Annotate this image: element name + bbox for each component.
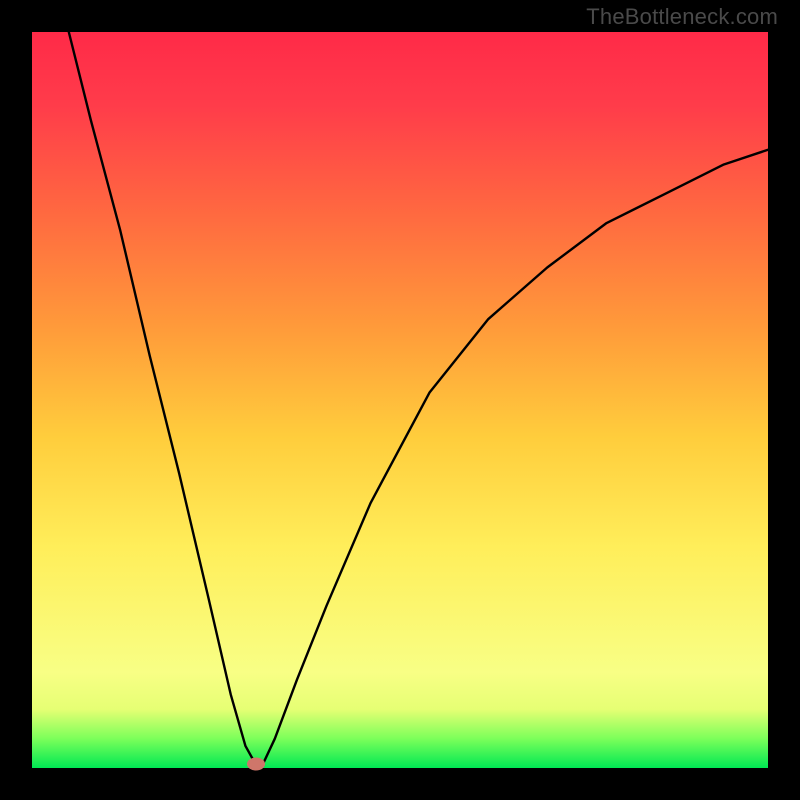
plot-area [32, 32, 768, 768]
minimum-marker [247, 758, 265, 771]
watermark-text: TheBottleneck.com [586, 4, 778, 30]
chart-container: TheBottleneck.com [0, 0, 800, 800]
bottleneck-curve [32, 32, 768, 768]
